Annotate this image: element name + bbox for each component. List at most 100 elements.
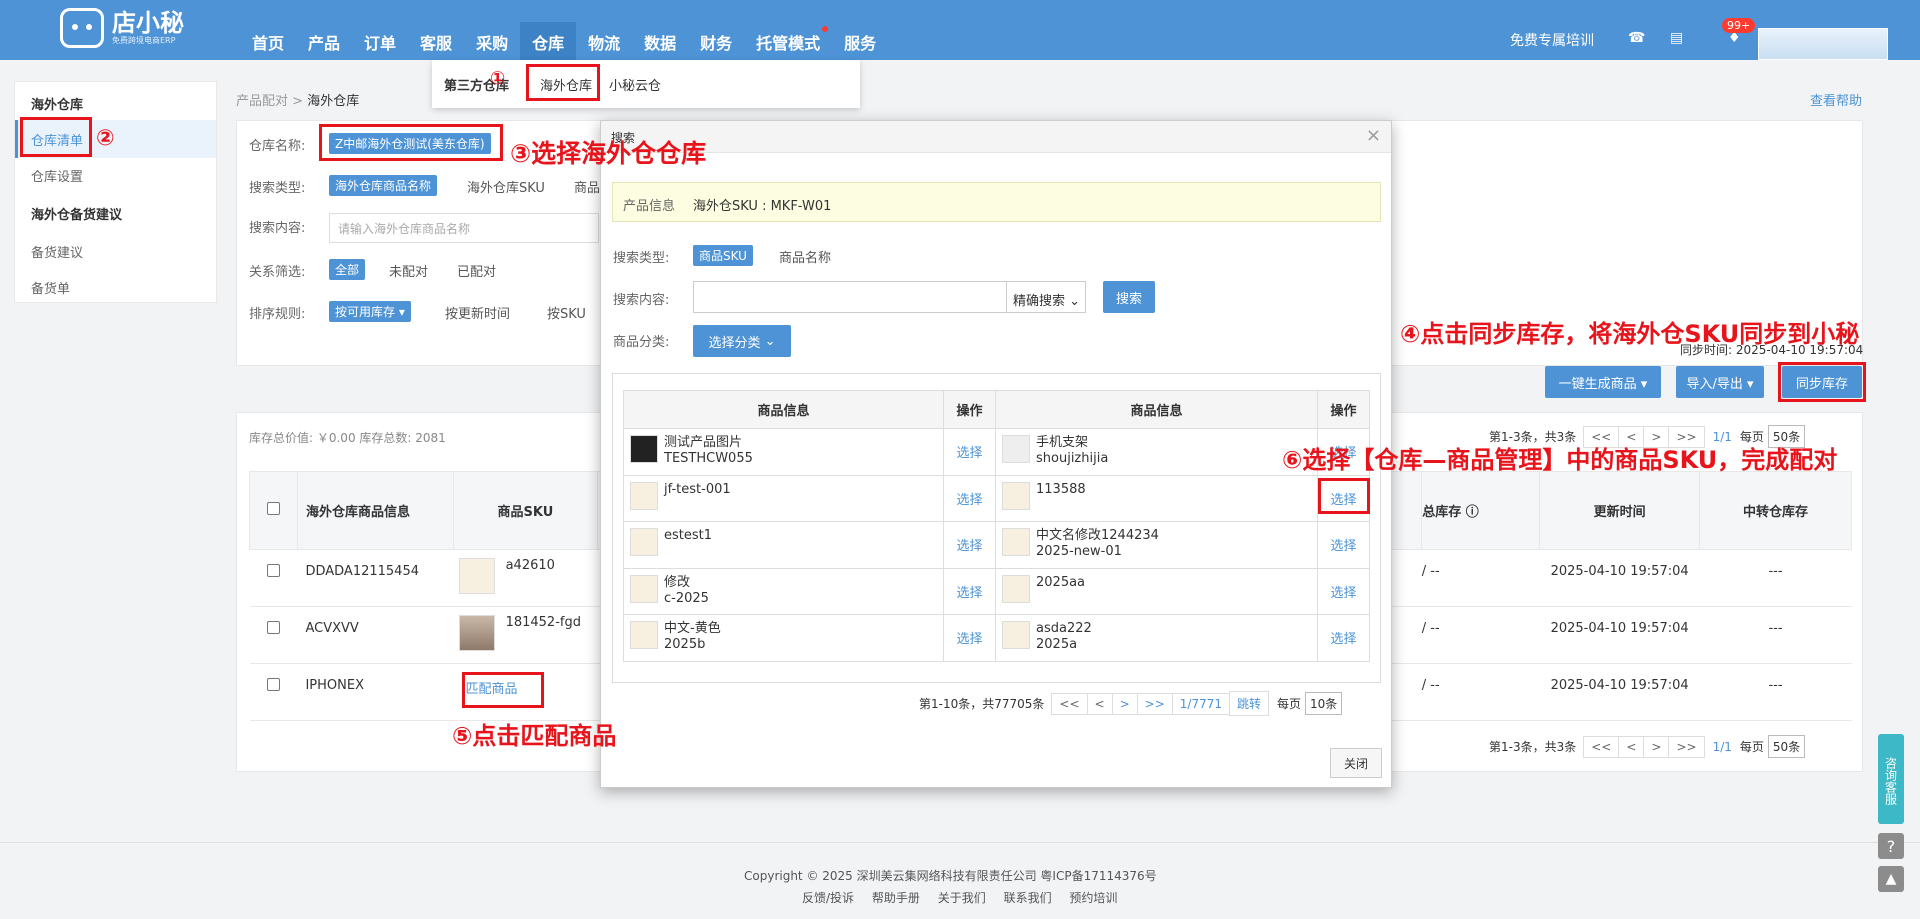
- modal-next-page-button[interactable]: >: [1111, 692, 1138, 715]
- search-input[interactable]: 请输入海外仓库商品名称: [329, 213, 599, 243]
- select-link[interactable]: 选择: [1330, 586, 1356, 601]
- nav-services[interactable]: 服务: [832, 22, 888, 62]
- first-page-button[interactable]: <<: [1583, 735, 1620, 758]
- row-checkbox[interactable]: [266, 678, 280, 691]
- user-account-area[interactable]: [1758, 28, 1888, 60]
- total-stock: / --: [1421, 663, 1540, 721]
- sidebar-item-warehouse-settings[interactable]: 仓库设置: [31, 166, 83, 185]
- close-icon[interactable]: ×: [1366, 125, 1381, 146]
- next-page-button[interactable]: >: [1643, 735, 1670, 758]
- import-export-button[interactable]: 导入/导出 ▾: [1676, 366, 1764, 398]
- warehouse-name-selected[interactable]: Z中邮海外仓测试(美东仓库): [329, 133, 491, 154]
- relation-filter-label: 关系筛选:: [249, 265, 306, 280]
- free-training-link[interactable]: 免费专属培训: [1510, 30, 1594, 50]
- modal-last-page-button[interactable]: >>: [1136, 692, 1173, 715]
- row-checkbox[interactable]: [266, 564, 280, 577]
- headset-icon[interactable]: ☎: [1628, 30, 1645, 46]
- sidebar-item-warehouse-list[interactable]: 仓库清单: [31, 130, 83, 149]
- select-link[interactable]: 选择: [956, 586, 982, 601]
- submenu-overseas-warehouse[interactable]: 海外仓库: [540, 75, 592, 94]
- chevron-down-icon: ⌄: [764, 333, 776, 349]
- help-link[interactable]: 查看帮助: [1810, 90, 1862, 109]
- book-icon[interactable]: ▤: [1670, 30, 1683, 46]
- last-page-button[interactable]: >>: [1668, 735, 1705, 758]
- modal-first-page-button[interactable]: <<: [1051, 692, 1088, 715]
- modal-per-page-select[interactable]: 10条: [1305, 692, 1343, 715]
- nav-logistics[interactable]: 物流: [576, 22, 632, 62]
- generate-products-button[interactable]: 一键生成商品 ▾: [1545, 366, 1661, 398]
- sort-sku[interactable]: 按SKU: [547, 303, 586, 322]
- modal-close-button[interactable]: 关闭: [1330, 748, 1382, 778]
- select-link[interactable]: 选择: [956, 493, 982, 508]
- help-question-icon[interactable]: ?: [1878, 833, 1904, 859]
- prev-page-button[interactable]: <: [1618, 735, 1645, 758]
- row-checkbox[interactable]: [266, 621, 280, 634]
- consult-service-button[interactable]: 咨询客服: [1878, 734, 1904, 824]
- sku-value: 181452-fgd: [505, 615, 581, 630]
- select-link[interactable]: 选择: [1330, 539, 1356, 554]
- footer-link-contact[interactable]: 联系我们: [1004, 891, 1052, 905]
- sidebar-group-stock-advice: 海外仓备货建议: [31, 208, 123, 223]
- row-select: [249, 663, 298, 721]
- nav-managed-mode[interactable]: 托管模式: [744, 22, 832, 62]
- col-total-stock-label: 总库存: [1422, 505, 1462, 520]
- select-link-target[interactable]: 选择: [1330, 493, 1356, 508]
- footer-link-feedback[interactable]: 反馈/投诉: [802, 891, 854, 905]
- select-link[interactable]: 选择: [956, 446, 982, 461]
- footer-link-help[interactable]: 帮助手册: [872, 891, 920, 905]
- nav-data[interactable]: 数据: [632, 22, 688, 62]
- nav-orders[interactable]: 订单: [352, 22, 408, 62]
- nav-finance[interactable]: 财务: [688, 22, 744, 62]
- match-product-link[interactable]: 匹配商品: [465, 682, 517, 697]
- select-link[interactable]: 选择: [1330, 632, 1356, 647]
- product-thumbnail[interactable]: [459, 558, 496, 594]
- search-type-product[interactable]: 商品: [574, 177, 600, 196]
- sync-stock-button[interactable]: 同步库存: [1782, 366, 1862, 398]
- relation-all[interactable]: 全部: [329, 259, 366, 280]
- nav-home[interactable]: 首页: [240, 22, 296, 62]
- sidebar-item-stock-advice[interactable]: 备货建议: [31, 242, 83, 261]
- modal-search-type-name[interactable]: 商品名称: [779, 247, 831, 266]
- sort-update-time[interactable]: 按更新时间: [445, 303, 510, 322]
- submenu-xiaomi-cloud-warehouse[interactable]: 小秘云仓: [609, 75, 661, 94]
- modal-jump-button[interactable]: 跳转: [1228, 691, 1269, 716]
- nav-warehouse[interactable]: 仓库: [520, 22, 577, 62]
- relation-paired[interactable]: 已配对: [457, 261, 496, 280]
- product-cell: asda222 2025a: [995, 614, 1318, 662]
- nav-products[interactable]: 产品: [296, 22, 352, 62]
- select-all-checkbox[interactable]: [266, 502, 280, 515]
- relation-unpaired[interactable]: 未配对: [389, 261, 428, 280]
- search-type-warehouse-sku[interactable]: 海外仓库SKU: [467, 177, 545, 196]
- product-sku: 2025b: [664, 637, 706, 652]
- breadcrumb-parent[interactable]: 产品配对: [236, 94, 288, 109]
- back-to-top-icon[interactable]: ▲: [1878, 866, 1904, 892]
- footer-link-about[interactable]: 关于我们: [938, 891, 986, 905]
- modal-search-button[interactable]: 搜索: [1103, 281, 1155, 313]
- sidebar-item-stock-order[interactable]: 备货单: [31, 278, 70, 297]
- main-nav: 首页 产品 订单 客服 采购 仓库 物流 数据 财务 托管模式 服务: [240, 22, 888, 62]
- top-navbar: 店小秘 免费跨境电商ERP 首页 产品 订单 客服 采购 仓库 物流 数据 财务…: [0, 0, 1920, 62]
- app-logo[interactable]: 店小秘 免费跨境电商ERP: [60, 8, 184, 48]
- search-mode-select[interactable]: 精确搜索 ⌄: [1006, 281, 1086, 313]
- modal-search-input[interactable]: [693, 281, 1008, 313]
- notification-badge: 99+: [1722, 18, 1756, 33]
- search-type-product-name[interactable]: 海外仓库商品名称: [329, 175, 438, 196]
- per-page-select[interactable]: 50条: [1767, 735, 1806, 758]
- search-mode-value: 精确搜索: [1013, 294, 1066, 309]
- consult-service-label: 咨询客服: [1883, 757, 1898, 805]
- select-link[interactable]: 选择: [956, 539, 982, 554]
- modal-prev-page-button[interactable]: <: [1086, 692, 1113, 715]
- annotation-step-5: ⑤点击匹配商品: [452, 722, 617, 750]
- select-link[interactable]: 选择: [956, 632, 982, 647]
- modal-current-page[interactable]: 1/7771: [1171, 692, 1230, 715]
- footer-link-training[interactable]: 预约培训: [1069, 891, 1117, 905]
- col-left-info: 商品信息: [623, 390, 944, 429]
- product-thumbnail[interactable]: [459, 615, 496, 651]
- sort-available-stock[interactable]: 按可用库存 ▾: [329, 301, 411, 322]
- select-category-button[interactable]: 选择分类 ⌄: [693, 325, 791, 357]
- help-circle-icon[interactable]: ⓘ: [1466, 505, 1479, 520]
- nav-customer-service[interactable]: 客服: [408, 22, 464, 62]
- nav-purchase[interactable]: 采购: [464, 22, 520, 62]
- current-page[interactable]: 1/1: [1705, 737, 1740, 757]
- modal-search-type-sku[interactable]: 商品SKU: [693, 245, 753, 266]
